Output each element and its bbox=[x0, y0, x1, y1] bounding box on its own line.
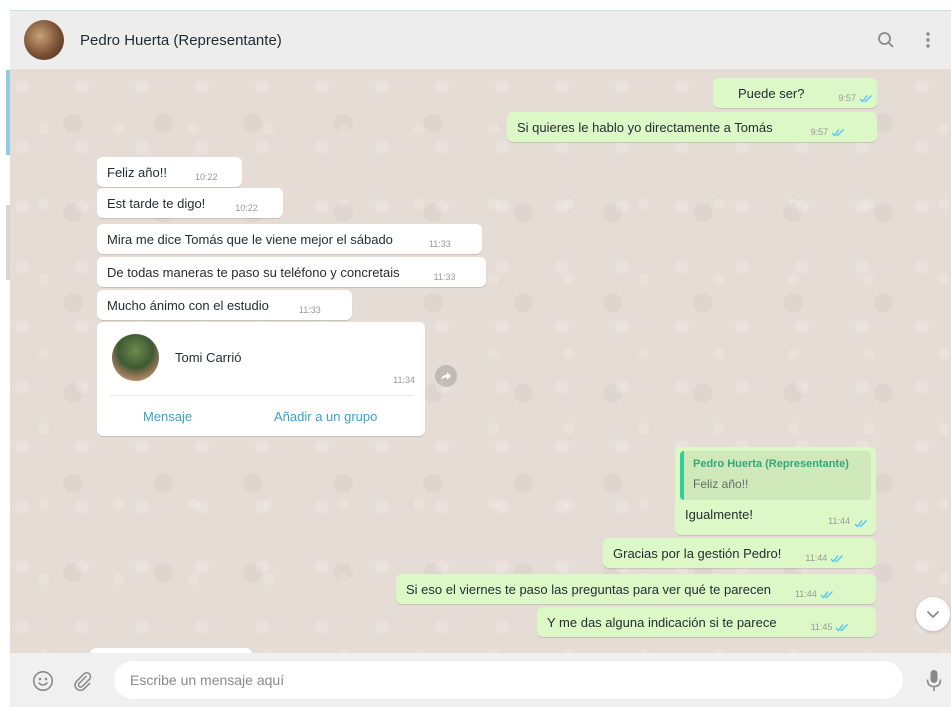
message-time: 10:22 bbox=[235, 203, 258, 213]
message-incoming[interactable]: Mira me dice Tomás que le viene mejor el… bbox=[97, 224, 482, 254]
message-incoming[interactable]: Feliz año!! 10:22 bbox=[97, 157, 242, 187]
message-outgoing-reply[interactable]: Pedro Huerta (Representante) Feliz año!!… bbox=[675, 447, 876, 535]
search-icon[interactable] bbox=[875, 29, 897, 51]
message-time: 11:33 bbox=[433, 272, 456, 282]
more-vertical-icon[interactable] bbox=[917, 29, 939, 51]
forward-icon[interactable] bbox=[435, 365, 457, 387]
double-check-icon bbox=[820, 590, 834, 599]
message-text: Mira me dice Tomás que le viene mejor el… bbox=[107, 231, 393, 247]
message-text: Feliz año!! bbox=[107, 164, 167, 180]
message-text: De todas maneras te paso su teléfono y c… bbox=[107, 264, 400, 280]
emoji-icon[interactable] bbox=[32, 670, 54, 692]
microphone-icon[interactable] bbox=[923, 670, 945, 692]
contact-card-avatar bbox=[112, 334, 159, 381]
message-text: Puede ser? bbox=[738, 85, 805, 101]
double-check-icon bbox=[830, 554, 844, 563]
message-text: Igualmente! bbox=[685, 507, 753, 522]
contact-card[interactable]: Tomi Carrió 11:34 Mensaje Añadir a un gr… bbox=[97, 322, 425, 436]
double-check-icon bbox=[859, 94, 873, 103]
message-text: Mucho ánimo con el estudio bbox=[107, 297, 269, 313]
message-time: 9:57 bbox=[810, 127, 829, 137]
message-incoming[interactable]: De todas maneras te paso su teléfono y c… bbox=[97, 257, 486, 287]
message-outgoing[interactable]: Puede ser? 9:57 bbox=[713, 78, 877, 108]
double-check-icon bbox=[831, 128, 845, 137]
quoted-author: Pedro Huerta (Representante) bbox=[693, 458, 849, 470]
message-text: Est tarde te digo! bbox=[107, 195, 206, 211]
avatar[interactable] bbox=[24, 20, 64, 60]
chevron-down-icon[interactable] bbox=[916, 597, 950, 631]
message-time: 9:57 bbox=[838, 93, 857, 103]
quoted-text: Feliz año!! bbox=[693, 477, 749, 491]
message-text: Si quieres le hablo yo directamente a To… bbox=[517, 119, 773, 135]
header-actions bbox=[875, 29, 939, 51]
whatsapp-web-window: Pedro Huerta (Representante) Puede ser? … bbox=[0, 0, 951, 707]
chat-header[interactable]: Pedro Huerta (Representante) bbox=[10, 10, 951, 69]
message-list[interactable]: Puede ser? 9:57 Si quieres le hablo yo d… bbox=[10, 69, 951, 653]
message-outgoing[interactable]: Y me das alguna indicación si te parece … bbox=[537, 607, 876, 637]
contact-name[interactable]: Pedro Huerta (Representante) bbox=[80, 32, 282, 49]
message-time: 11:34 bbox=[393, 375, 415, 385]
message-time: 11:44 bbox=[805, 553, 828, 563]
divider bbox=[109, 395, 413, 396]
message-text: Si eso el viernes te paso las preguntas … bbox=[406, 581, 771, 597]
message-text: Y me das alguna indicación si te parece bbox=[547, 614, 777, 630]
message-outgoing[interactable]: Gracias por la gestión Pedro! 11:44 bbox=[603, 538, 876, 568]
message-text: Gracias por la gestión Pedro! bbox=[613, 545, 782, 561]
message-outgoing[interactable]: Si eso el viernes te paso las preguntas … bbox=[396, 574, 876, 604]
message-time: 11:45 bbox=[810, 622, 833, 632]
message-time: 11:44 bbox=[828, 516, 850, 526]
composer bbox=[10, 653, 951, 707]
message-time: 11:44 bbox=[794, 589, 817, 599]
message-time: 11:33 bbox=[298, 305, 321, 315]
quoted-message[interactable]: Pedro Huerta (Representante) Feliz año!! bbox=[680, 451, 871, 500]
double-check-icon bbox=[835, 623, 849, 632]
add-to-group-button[interactable]: Añadir a un grupo bbox=[274, 409, 377, 424]
message-outgoing[interactable]: Si quieres le hablo yo directamente a To… bbox=[507, 112, 877, 142]
double-check-icon bbox=[854, 515, 868, 533]
contact-card-name: Tomi Carrió bbox=[175, 350, 242, 365]
message-time: 10:22 bbox=[194, 172, 218, 182]
message-input[interactable] bbox=[114, 661, 903, 699]
paperclip-icon[interactable] bbox=[72, 670, 94, 692]
message-incoming[interactable]: Est tarde te digo! 10:22 bbox=[97, 188, 283, 218]
message-incoming[interactable]: Mucho ánimo con el estudio 11:33 bbox=[97, 290, 352, 320]
message-time: 11:33 bbox=[428, 239, 451, 249]
message-contact-button[interactable]: Mensaje bbox=[143, 409, 192, 424]
